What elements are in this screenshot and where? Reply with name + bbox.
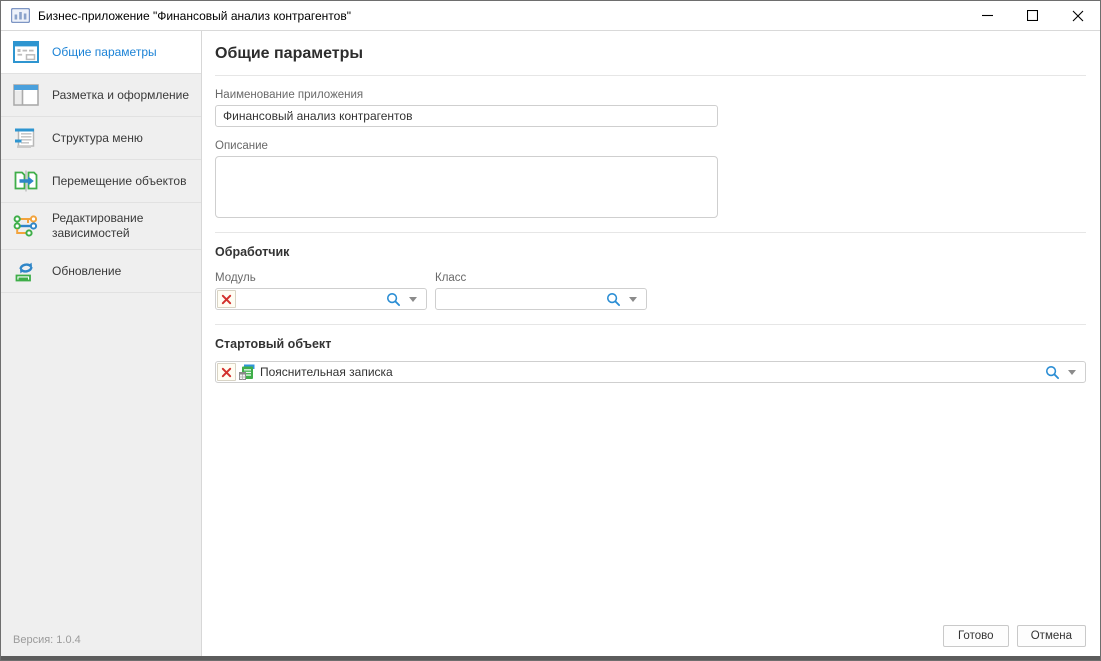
clear-button[interactable] [217, 363, 236, 381]
form-icon [13, 41, 39, 63]
chevron-down-icon[interactable] [1063, 369, 1081, 375]
sidebar: Общие параметры Разметка и оформление Ст… [1, 31, 202, 656]
divider [215, 75, 1086, 76]
dependencies-icon [13, 215, 39, 237]
maximize-button[interactable] [1010, 1, 1055, 30]
module-label: Модуль [215, 272, 256, 284]
sidebar-item-layout-design[interactable]: Разметка и оформление [1, 74, 201, 117]
sidebar-item-move-objects[interactable]: Перемещение объектов [1, 160, 201, 203]
start-object-value: Пояснительная записка [260, 365, 393, 379]
class-input[interactable] [437, 292, 603, 306]
sidebar-item-label: Общие параметры [52, 44, 157, 59]
application-window: Бизнес-приложение "Финансовый анализ кон… [0, 0, 1101, 661]
clear-x-icon [221, 294, 232, 304]
page-title: Общие параметры [215, 45, 364, 62]
window-title: Бизнес-приложение "Финансовый анализ кон… [38, 8, 351, 23]
layout-icon [13, 84, 39, 106]
window-controls [965, 1, 1100, 30]
clear-button[interactable] [217, 290, 236, 308]
move-objects-icon [13, 170, 39, 192]
sidebar-item-label: Структура меню [52, 130, 143, 145]
start-object-section: Стартовый объект Пояснительная записка [215, 337, 1086, 383]
handler-section-title: Обработчик [215, 245, 290, 259]
sidebar-item-edit-dependencies[interactable]: Редактирование зависимостей [1, 203, 201, 250]
sidebar-item-label: Перемещение объектов [52, 173, 187, 188]
sidebar-item-update[interactable]: Обновление [1, 250, 201, 293]
start-object-combo[interactable]: Пояснительная записка [215, 361, 1086, 383]
menu-structure-icon [13, 127, 39, 149]
title-bar: Бизнес-приложение "Финансовый анализ кон… [1, 1, 1100, 31]
description-label: Описание [215, 140, 268, 152]
sidebar-item-label: Разметка и оформление [52, 87, 190, 102]
cancel-button[interactable]: Отмена [1016, 625, 1086, 647]
refresh-icon [13, 260, 39, 282]
report-object-icon [239, 364, 255, 380]
search-icon[interactable] [1042, 365, 1063, 380]
app-chart-icon [11, 8, 30, 23]
class-combo[interactable] [435, 288, 647, 310]
search-icon[interactable] [383, 292, 404, 307]
version-label: Версия: 1.0.4 [13, 634, 81, 646]
maximize-icon [1027, 10, 1038, 21]
close-button[interactable] [1055, 1, 1100, 30]
module-input[interactable] [236, 292, 383, 306]
clear-x-icon [221, 367, 232, 377]
done-button[interactable]: Готово [942, 625, 1009, 647]
app-name-input[interactable] [215, 105, 718, 127]
main-content: Общие параметры Наименование приложения … [202, 31, 1100, 656]
sidebar-item-label: Редактирование зависимостей [52, 211, 144, 240]
sidebar-item-label: Обновление [52, 263, 122, 278]
handler-section: Обработчик Модуль Класс [215, 245, 1086, 310]
sidebar-item-general-params[interactable]: Общие параметры [1, 31, 201, 74]
app-name-label: Наименование приложения [215, 89, 364, 101]
start-object-section-title: Стартовый объект [215, 337, 332, 351]
app-body: Общие параметры Разметка и оформление Ст… [1, 31, 1100, 656]
window-bottom-edge [1, 656, 1100, 660]
dialog-footer: Готово Отмена [942, 625, 1086, 647]
divider [215, 324, 1086, 325]
chevron-down-icon[interactable] [404, 296, 422, 302]
minimize-button[interactable] [965, 1, 1010, 30]
close-icon [1072, 10, 1083, 21]
chevron-down-icon[interactable] [624, 296, 642, 302]
minimize-icon [982, 14, 993, 17]
sidebar-item-menu-structure[interactable]: Структура меню [1, 117, 201, 160]
description-textarea[interactable] [215, 156, 718, 218]
search-icon[interactable] [603, 292, 624, 307]
class-label: Класс [435, 272, 467, 284]
module-combo[interactable] [215, 288, 427, 310]
divider [215, 232, 1086, 233]
